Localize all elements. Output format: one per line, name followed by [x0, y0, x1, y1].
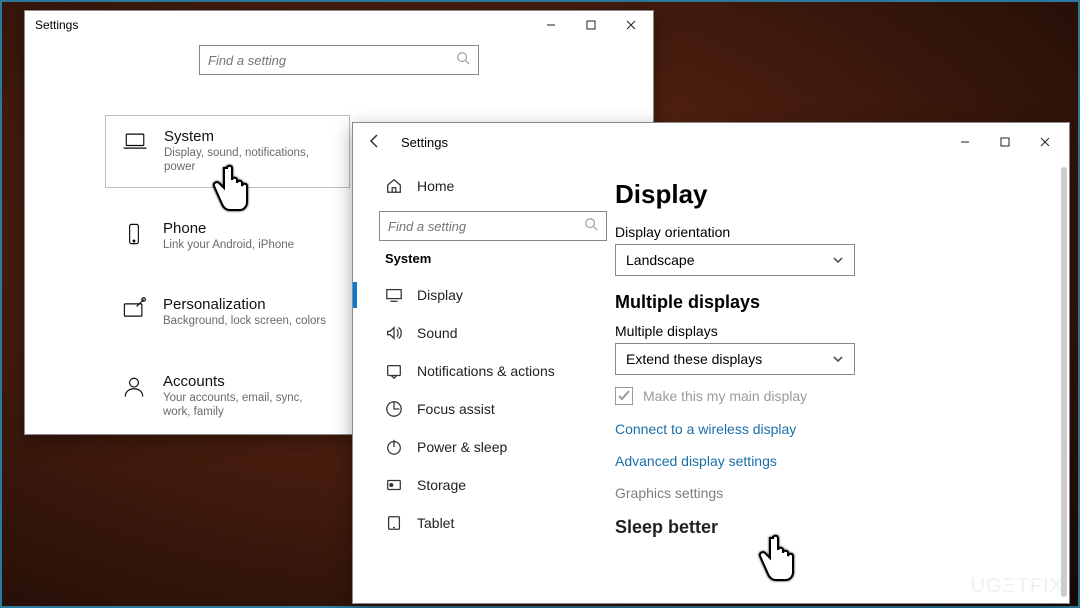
back-button[interactable] [367, 133, 383, 152]
dropdown-value: Extend these displays [626, 351, 762, 367]
search-icon [584, 217, 598, 236]
sidebar-item-label: Focus assist [417, 401, 495, 417]
search-input[interactable] [388, 219, 598, 234]
notifications-icon [385, 362, 403, 380]
content-pane: Display Display orientation Landscape Mu… [611, 161, 1069, 603]
caption-buttons [531, 11, 651, 39]
caption-buttons [945, 128, 1065, 156]
multidisplays-heading: Multiple displays [615, 292, 1041, 313]
sidebar-item-display[interactable]: Display [379, 276, 599, 314]
tablet-icon [385, 514, 403, 532]
sidebar-item-label: Notifications & actions [417, 363, 555, 379]
close-button[interactable] [611, 11, 651, 39]
display-icon [385, 286, 403, 304]
checkbox-icon [615, 387, 633, 405]
sleep-heading: Sleep better [615, 517, 1041, 538]
sidebar-item-sound[interactable]: Sound [379, 314, 599, 352]
sidebar-section-heading: System [385, 251, 599, 266]
sidebar-item-label: Tablet [417, 515, 454, 531]
sidebar-item-power[interactable]: Power & sleep [379, 428, 599, 466]
phone-icon [119, 220, 149, 248]
chevron-down-icon [832, 254, 844, 266]
sidebar-item-storage[interactable]: Storage [379, 466, 599, 504]
category-desc: Link your Android, iPhone [163, 239, 294, 253]
category-title: Accounts [163, 373, 333, 390]
home-icon [385, 177, 403, 195]
sidebar-item-notifications[interactable]: Notifications & actions [379, 352, 599, 390]
page-title: Display [615, 179, 1041, 210]
watermark: UGΞTFIX [971, 575, 1064, 598]
window-title: Settings [35, 18, 78, 32]
multidisplays-dropdown[interactable]: Extend these displays [615, 343, 855, 375]
cursor-hand-icon [206, 162, 256, 227]
accounts-icon [119, 373, 149, 401]
minimize-button[interactable] [531, 11, 571, 39]
cursor-hand-icon [752, 532, 802, 597]
scrollbar[interactable] [1061, 167, 1067, 597]
category-desc: Background, lock screen, colors [163, 315, 326, 329]
titlebar: Settings [25, 11, 653, 39]
search-box[interactable] [199, 45, 479, 75]
category-title: Personalization [163, 296, 326, 313]
sidebar-item-label: Sound [417, 325, 457, 341]
sidebar-search[interactable] [379, 211, 607, 241]
link-graphics-settings[interactable]: Graphics settings [615, 485, 1041, 501]
sidebar-item-label: Power & sleep [417, 439, 507, 455]
search-input[interactable] [208, 53, 470, 68]
link-advanced-display[interactable]: Advanced display settings [615, 453, 1041, 469]
personalization-icon [119, 296, 149, 324]
sidebar-item-label: Storage [417, 477, 466, 493]
titlebar: Settings [353, 123, 1069, 161]
category-accounts[interactable]: Accounts Your accounts, email, sync, wor… [105, 361, 350, 432]
window-title: Settings [401, 135, 448, 150]
minimize-button[interactable] [945, 128, 985, 156]
category-desc: Your accounts, email, sync, work, family [163, 392, 333, 420]
laptop-icon [120, 128, 150, 156]
orientation-label: Display orientation [615, 224, 1041, 240]
power-icon [385, 438, 403, 456]
multidisplays-label: Multiple displays [615, 323, 1041, 339]
maximize-button[interactable] [571, 11, 611, 39]
focus-icon [385, 400, 403, 418]
close-button[interactable] [1025, 128, 1065, 156]
checkbox-label: Make this my main display [643, 388, 807, 404]
maximize-button[interactable] [985, 128, 1025, 156]
sidebar-item-label: Display [417, 287, 463, 303]
sidebar-item-label: Home [417, 178, 454, 194]
dropdown-value: Landscape [626, 252, 695, 268]
chevron-down-icon [832, 353, 844, 365]
sound-icon [385, 324, 403, 342]
settings-display-window: Settings Home System Display [352, 122, 1070, 604]
search-icon [456, 51, 470, 70]
link-wireless-display[interactable]: Connect to a wireless display [615, 421, 1041, 437]
sidebar-item-home[interactable]: Home [379, 167, 599, 205]
orientation-dropdown[interactable]: Landscape [615, 244, 855, 276]
sidebar-item-focus[interactable]: Focus assist [379, 390, 599, 428]
main-display-checkbox: Make this my main display [615, 387, 1041, 405]
category-personalization[interactable]: Personalization Background, lock screen,… [105, 284, 350, 341]
sidebar-item-tablet[interactable]: Tablet [379, 504, 599, 542]
storage-icon [385, 476, 403, 494]
sidebar: Home System Display Sound Notifications … [353, 161, 611, 603]
category-title: System [164, 128, 334, 145]
